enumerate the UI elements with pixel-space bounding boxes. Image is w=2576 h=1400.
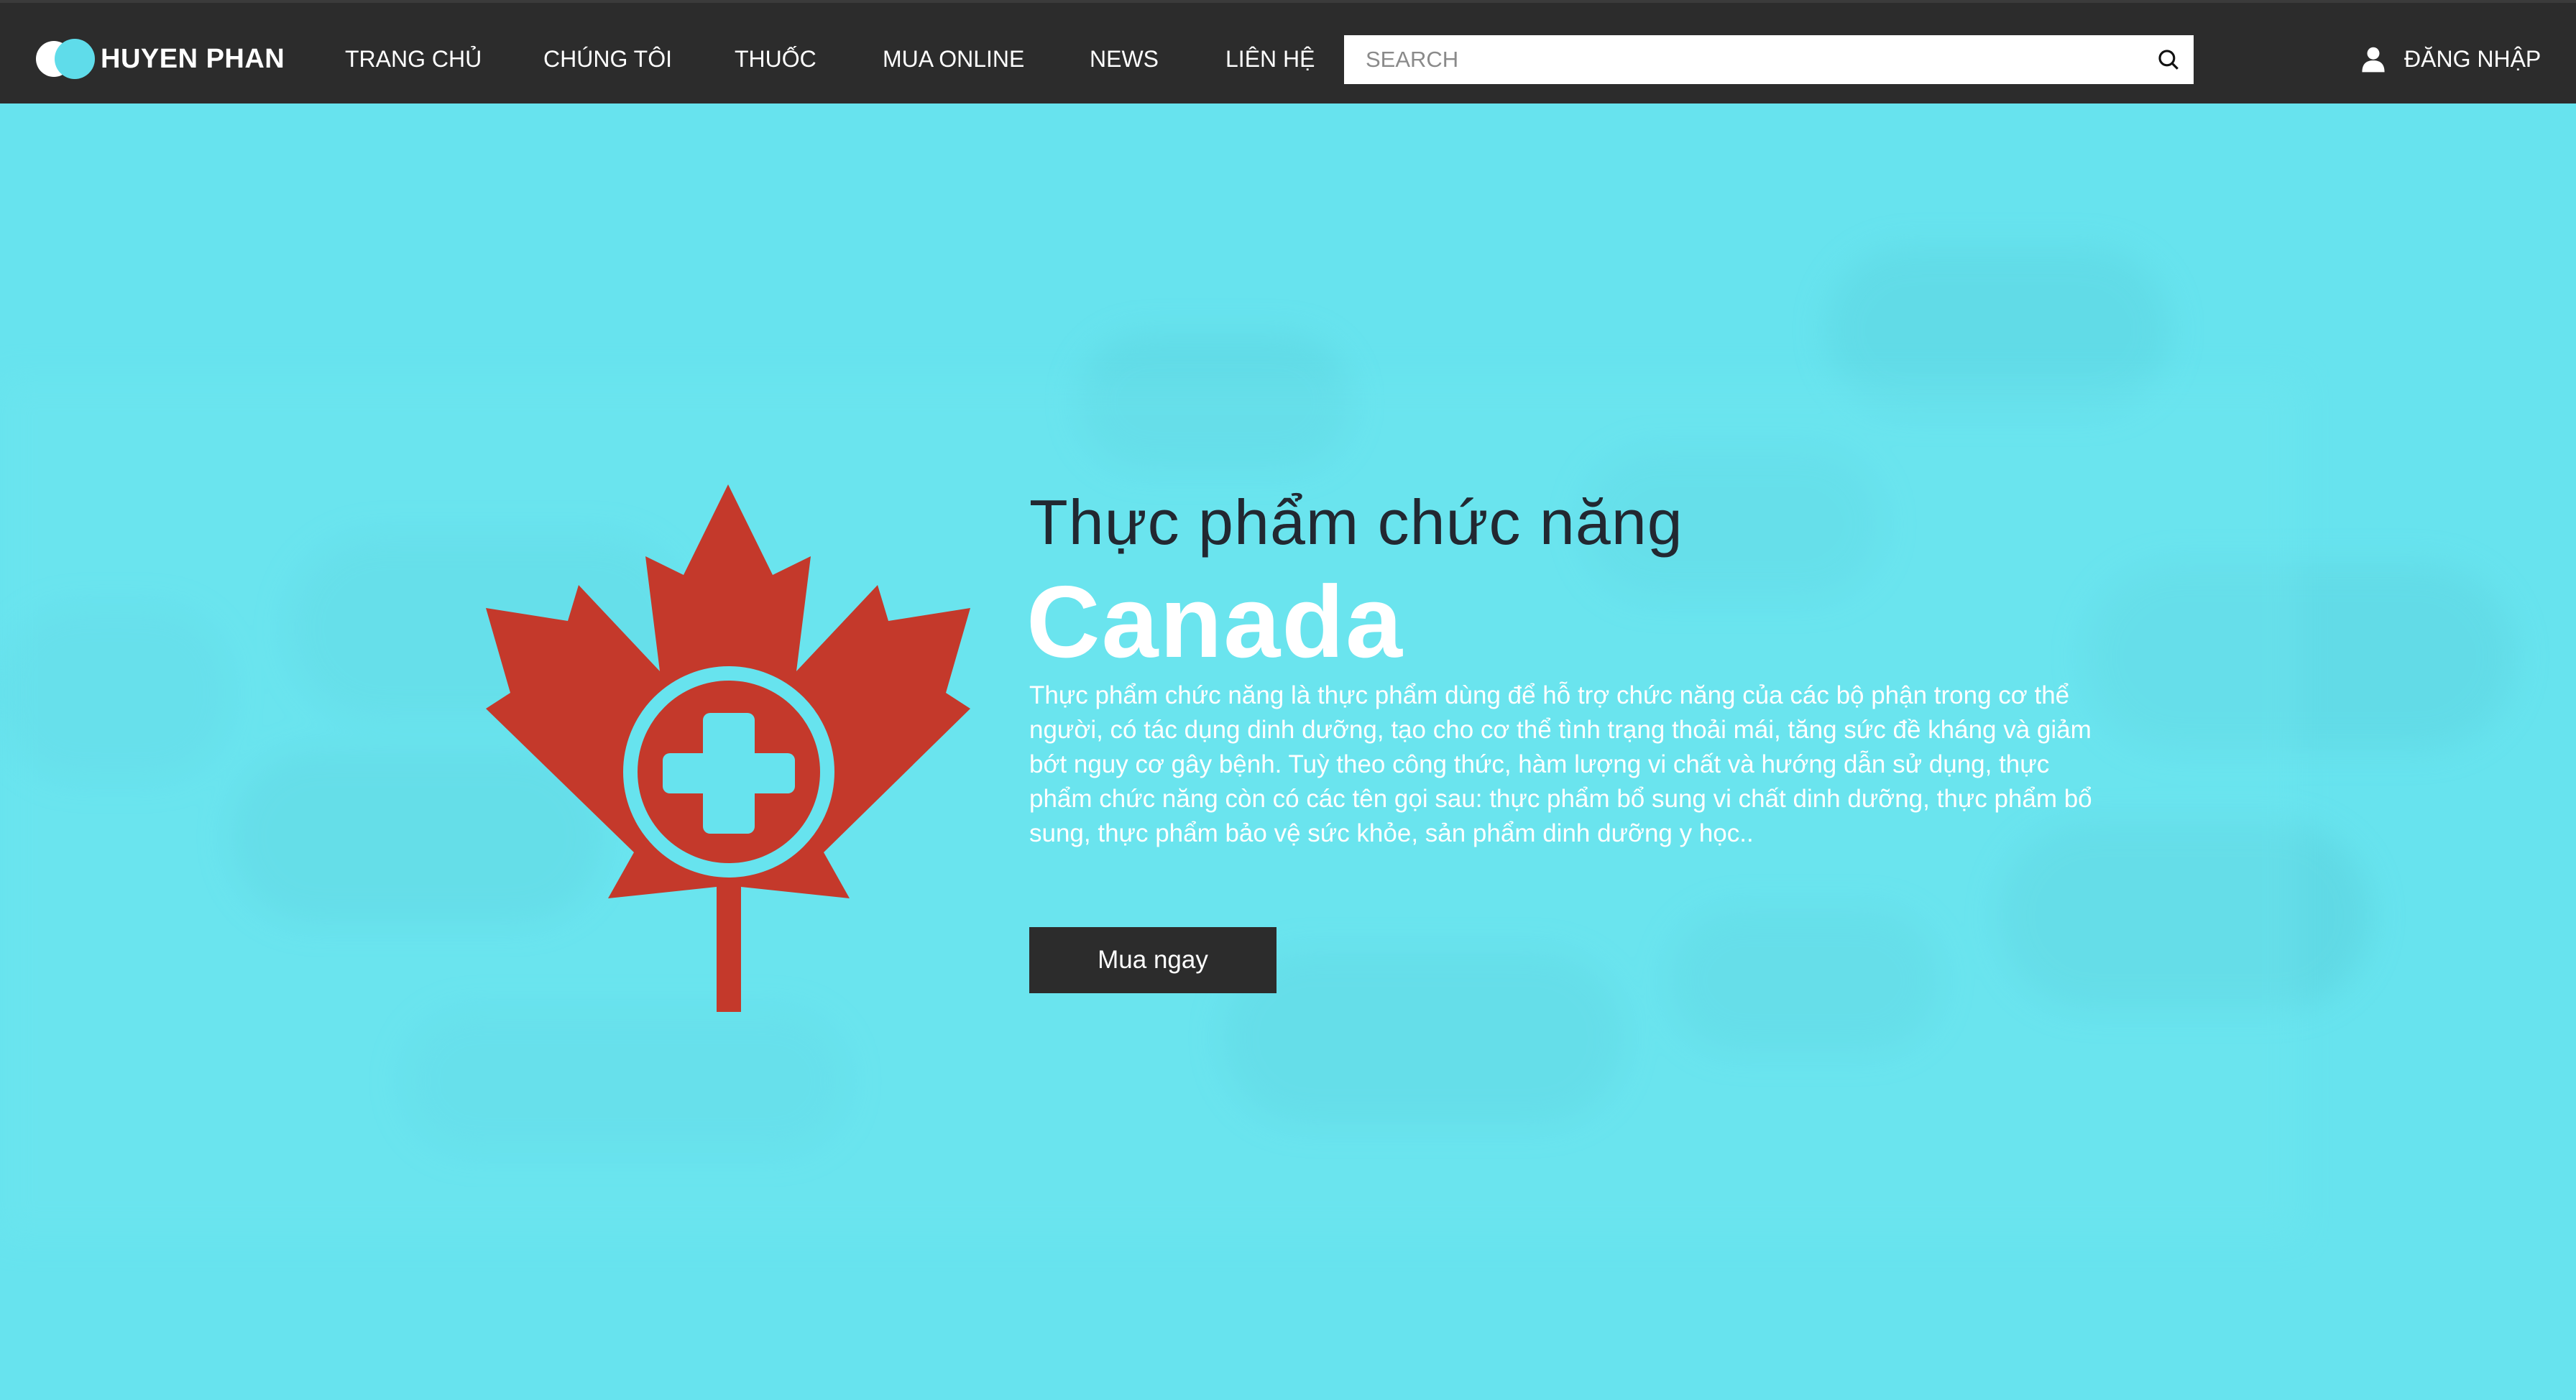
brand-logo[interactable]: HUYEN PHAN [36, 37, 285, 80]
maple-leaf-cross-icon [486, 484, 970, 1012]
nav-item-lien-he[interactable]: LIÊN HỆ [1225, 42, 1315, 76]
search-icon[interactable] [2143, 35, 2194, 84]
user-icon [2361, 43, 2390, 75]
nav-item-chung-toi[interactable]: CHÚNG TÔI [543, 42, 672, 76]
nav-item-mua-online[interactable]: MUA ONLINE [883, 42, 1024, 76]
top-navbar: HUYEN PHAN TRANG CHỦ CHÚNG TÔI THUỐC MUA… [0, 0, 2576, 103]
search-input[interactable] [1344, 47, 2143, 73]
hero-title: Canada [1026, 565, 1404, 679]
brand-name: HUYEN PHAN [101, 43, 285, 74]
logo-mark-icon [36, 39, 95, 79]
nav-item-trang-chu[interactable]: TRANG CHỦ [345, 42, 482, 76]
login-link[interactable]: ĐĂNG NHẬP [2361, 39, 2541, 79]
login-label: ĐĂNG NHẬP [2404, 45, 2542, 72]
hero-banner: Thực phẩm chức năng Canada Thực phẩm chứ… [0, 103, 2576, 1400]
hero-description: Thực phẩm chức năng là thực phẩm dùng để… [1029, 681, 2092, 847]
search-box [1344, 35, 2194, 84]
nav-item-news[interactable]: NEWS [1090, 42, 1159, 76]
nav-item-thuoc[interactable]: THUỐC [735, 42, 816, 76]
hero-subtitle: Thực phẩm chức năng [1029, 487, 1683, 558]
buy-now-button[interactable]: Mua ngay [1029, 927, 1276, 993]
